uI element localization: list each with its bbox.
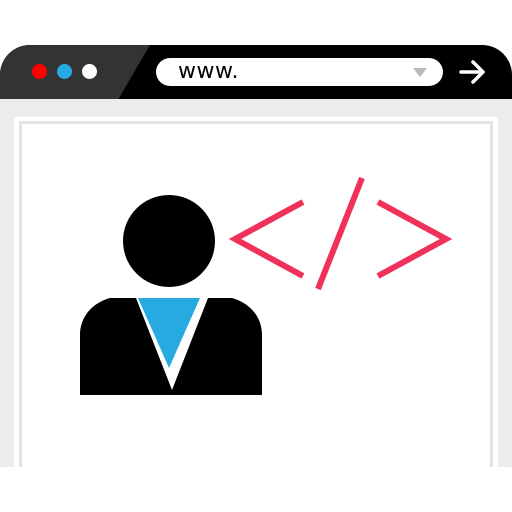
browser-illustration: www.	[0, 0, 512, 512]
developer-illustration	[80, 176, 453, 395]
code-tag-icon	[228, 176, 453, 291]
user-avatar-icon	[80, 195, 262, 395]
